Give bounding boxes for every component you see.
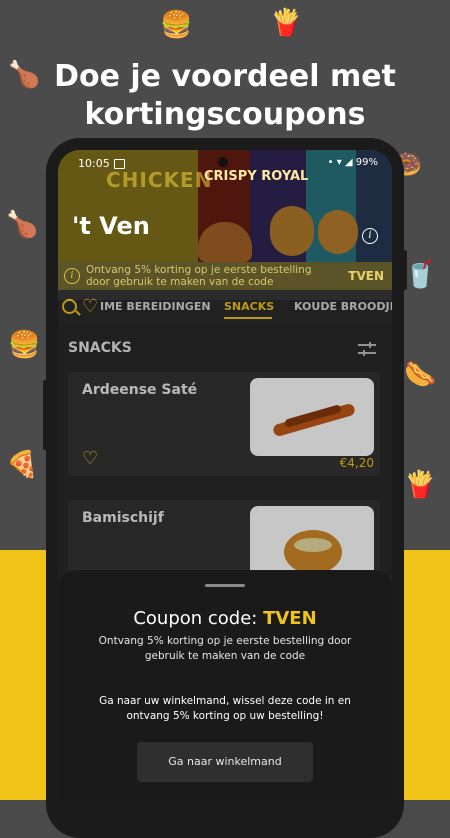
coupon-strip[interactable]: i Ontvang 5% korting op je eerste bestel… — [58, 262, 392, 290]
doodle-icon: 🍔 — [8, 330, 41, 360]
coupon-bottom-sheet: Coupon code: TVEN Ontvang 5% korting op … — [58, 570, 392, 800]
image-notification-icon — [114, 159, 125, 169]
doodle-icon: 🍗 — [6, 210, 39, 240]
doodle-icon: 🍔 — [160, 10, 193, 40]
camera-cutout — [218, 157, 228, 167]
promo-headline: Doe je voordeel met kortingscoupons — [0, 58, 450, 134]
hero-product-text: CRISPY ROYAL — [204, 169, 309, 184]
hero-banner: CHICKEN CRISPY ROYAL 10:05 • ▾ ◢ 99% 't … — [58, 150, 392, 262]
doodle-icon: 🍟 — [404, 470, 437, 500]
info-icon[interactable]: i — [362, 228, 378, 244]
store-name: 't Ven — [72, 212, 150, 240]
doodle-icon: 🍟 — [270, 8, 303, 38]
doodle-icon: 🌭 — [404, 360, 437, 390]
hero-brand-text: CHICKEN — [106, 168, 213, 192]
status-time: 10:05 — [78, 157, 110, 170]
phone-side-button — [43, 380, 47, 450]
coupon-subtitle: Ontvang 5% korting op je eerste bestelli… — [98, 635, 352, 662]
coupon-strip-code: TVEN — [348, 269, 384, 283]
doodle-icon: 🍕 — [6, 450, 39, 480]
app-screen: CHICKEN CRISPY ROYAL 10:05 • ▾ ◢ 99% 't … — [58, 150, 392, 800]
promo-headline-line2: kortingscoupons — [84, 97, 366, 132]
phone-side-button — [403, 250, 407, 290]
coupon-title-prefix: Coupon code: — [133, 608, 264, 629]
doodle-icon: 🥤 — [404, 260, 437, 290]
go-to-cart-button[interactable]: Ga naar winkelmand — [137, 742, 313, 782]
promo-headline-line1: Doe je voordeel met — [54, 59, 396, 94]
info-icon: i — [64, 268, 80, 284]
status-indicators: • ▾ ◢ 99% — [327, 157, 378, 168]
coupon-strip-text: Ontvang 5% korting op je eerste bestelli… — [86, 264, 312, 288]
sheet-handle[interactable] — [205, 584, 245, 587]
coupon-description: Ga naar uw winkelmand, wissel deze code … — [99, 695, 351, 722]
coupon-code: TVEN — [263, 608, 317, 629]
coupon-title: Coupon code: TVEN — [58, 608, 392, 629]
